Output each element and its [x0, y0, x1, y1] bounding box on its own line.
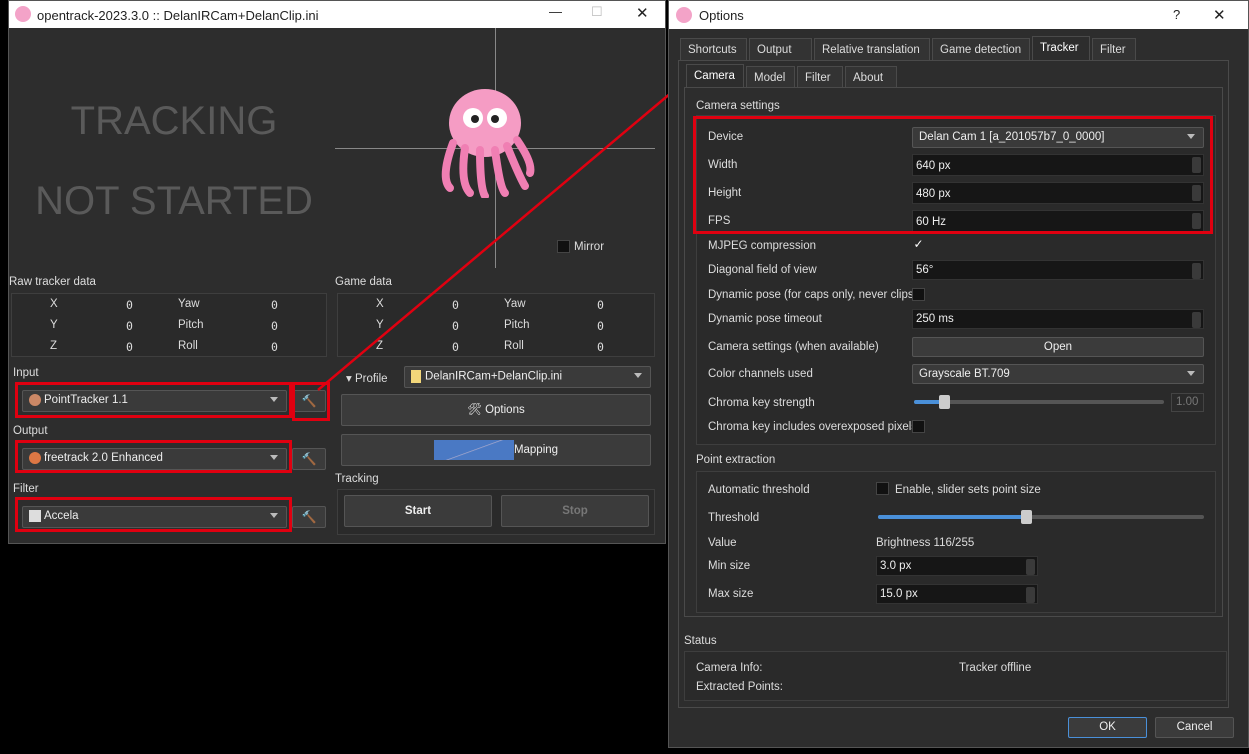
tab-output[interactable]: Output: [749, 38, 812, 60]
threshold-label: Threshold: [708, 512, 760, 524]
extracted-points-label: Extracted Points:: [696, 681, 783, 693]
max-size-spinbox[interactable]: 15.0 px: [876, 584, 1038, 604]
chroma-strength-value[interactable]: 1.00: [1171, 393, 1204, 412]
camera-info-value: Tracker offline: [959, 662, 1032, 674]
tab-relative-translation[interactable]: Relative translation: [814, 38, 930, 60]
value-label: Value: [708, 537, 737, 549]
fov-spinbox[interactable]: 56°: [912, 260, 1204, 280]
min-size-spinbox[interactable]: 3.0 px: [876, 556, 1038, 576]
color-channels-select[interactable]: Grayscale BT.709: [912, 364, 1204, 384]
dynamic-timeout-value: 250 ms: [916, 313, 954, 325]
tab-game-detection[interactable]: Game detection: [932, 38, 1030, 60]
brightness-value: Brightness 116/255: [876, 537, 975, 549]
ok-button[interactable]: OK: [1068, 717, 1147, 738]
camera-info-label: Camera Info:: [696, 662, 763, 674]
chroma-strength-slider[interactable]: [914, 395, 1164, 409]
auto-threshold-checkbox-label: Enable, slider sets point size: [895, 484, 1041, 496]
subtab-filter[interactable]: Filter: [797, 66, 843, 87]
min-size-value: 3.0 px: [880, 560, 912, 572]
min-size-label: Min size: [708, 560, 751, 572]
status-title: Status: [684, 635, 717, 647]
point-extraction-title: Point extraction: [696, 454, 776, 466]
tab-shortcuts[interactable]: Shortcuts: [680, 38, 747, 60]
max-size-label: Max size: [708, 588, 754, 600]
tab-tracker[interactable]: Tracker: [1032, 36, 1090, 60]
tab-filter[interactable]: Filter: [1092, 38, 1136, 60]
options-title-bar: Options ? ✕: [669, 1, 1248, 29]
app-icon: [676, 7, 692, 23]
threshold-slider[interactable]: [878, 510, 1204, 524]
subtab-about[interactable]: About: [845, 66, 897, 87]
camera-settings-dialog-label: Camera settings (when available): [708, 341, 879, 353]
dynamic-pose-checkbox[interactable]: [912, 288, 925, 301]
color-channels-value: Grayscale BT.709: [919, 368, 1010, 380]
camera-settings-title: Camera settings: [696, 100, 780, 112]
options-window: Options ? ✕ Shortcuts Output Relative tran…: [668, 0, 1249, 748]
max-size-value: 15.0 px: [880, 588, 918, 600]
dynamic-timeout-spinbox[interactable]: 250 ms: [912, 309, 1204, 329]
fov-label: Diagonal field of view: [708, 264, 817, 276]
mjpeg-label: MJPEG compression: [708, 240, 817, 252]
open-camera-settings-button[interactable]: Open: [912, 337, 1204, 357]
fov-value: 56°: [916, 264, 934, 276]
subtab-model[interactable]: Model: [746, 66, 795, 87]
dynamic-timeout-label: Dynamic pose timeout: [708, 313, 822, 325]
subtab-camera[interactable]: Camera: [686, 64, 744, 87]
color-channels-label: Color channels used: [708, 368, 813, 380]
cancel-button[interactable]: Cancel: [1155, 717, 1234, 738]
chroma-overexposed-label: Chroma key includes overexposed pixels: [708, 421, 918, 433]
auto-threshold-label: Automatic threshold: [708, 484, 810, 496]
chroma-strength-label: Chroma key strength: [708, 397, 815, 409]
mjpeg-checkbox[interactable]: ✓: [912, 238, 925, 252]
status-group: [684, 651, 1227, 701]
close-button[interactable]: ✕: [1213, 6, 1226, 24]
options-title: Options: [699, 8, 744, 23]
highlight-camera-settings: [693, 116, 1213, 234]
auto-threshold-checkbox[interactable]: [876, 482, 889, 495]
dynamic-pose-label: Dynamic pose (for caps only, never clips…: [708, 289, 918, 301]
help-button[interactable]: ?: [1173, 7, 1180, 22]
chroma-overexposed-checkbox[interactable]: [912, 420, 925, 433]
